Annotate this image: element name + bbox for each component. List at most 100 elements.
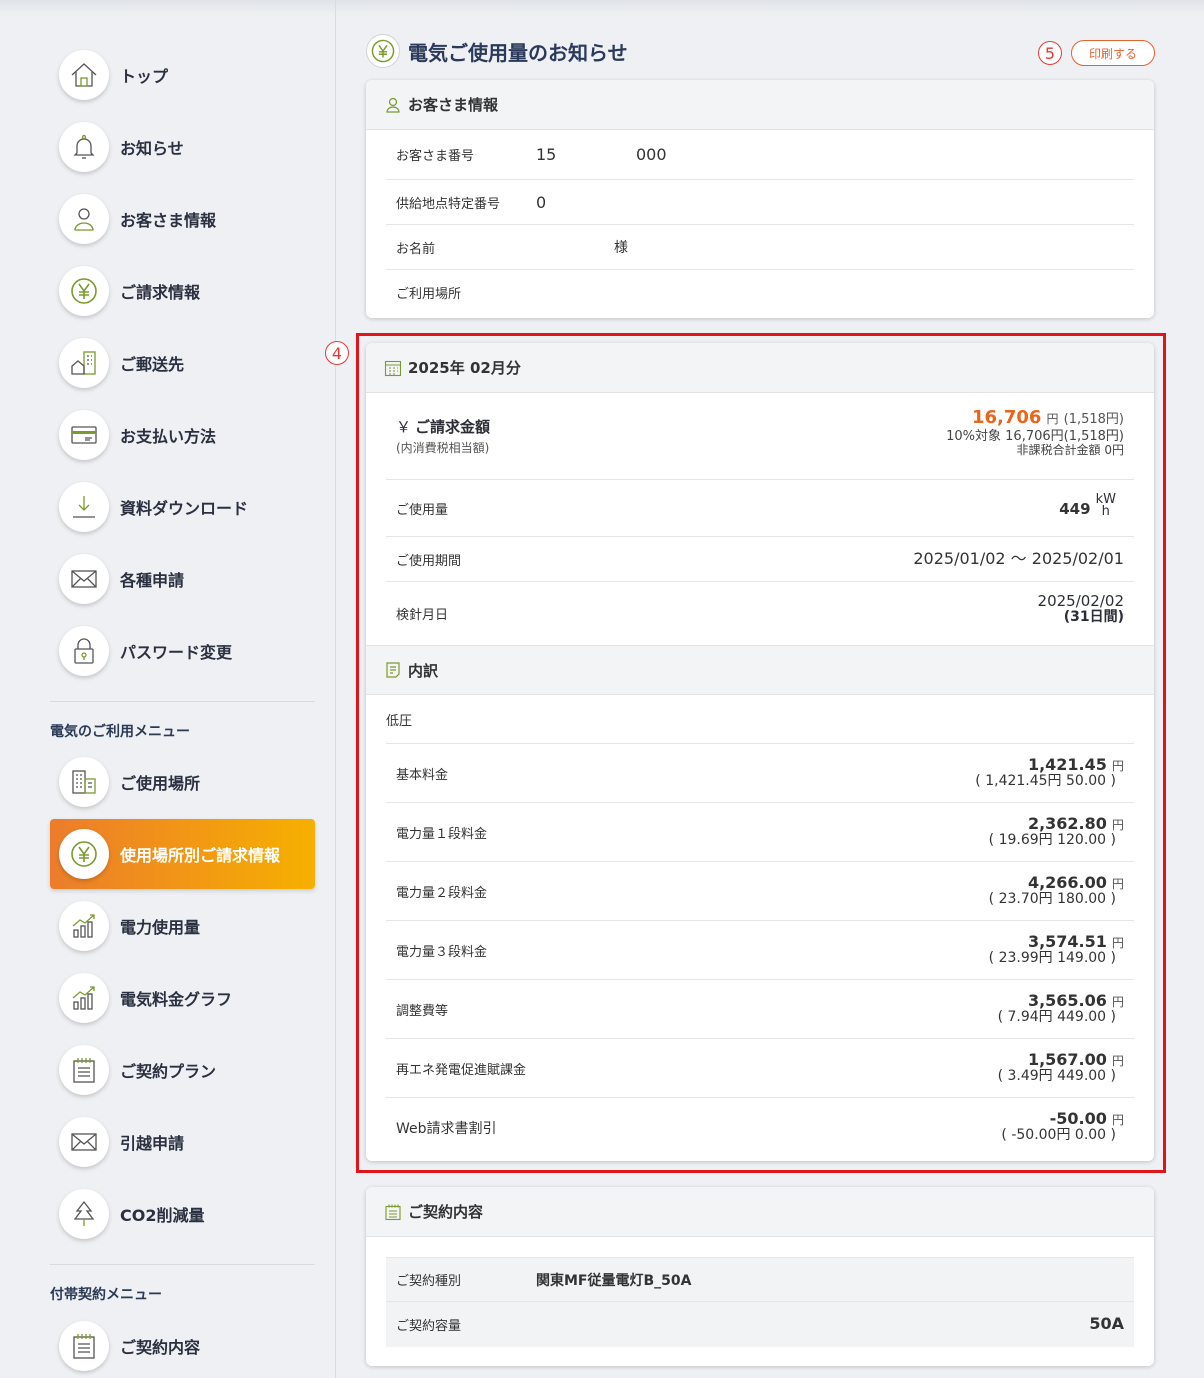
user-icon (386, 97, 400, 113)
sidebar-item-customer-info[interactable]: お客さま情報 (50, 189, 315, 249)
sidebar-divider (50, 701, 315, 702)
charge-row: 再エネ発電促進賦課金 1,567.00 円 ( 3.49円 449.00 ) (386, 1039, 1134, 1098)
sidebar-item-label: トップ (120, 67, 169, 86)
card-header: 2025年 02月分 (366, 343, 1154, 393)
charge-row: 調整費等 3,565.06 円 ( 7.94円 449.00 ) (386, 980, 1134, 1039)
sidebar-item-moving[interactable]: 引越申請 (50, 1112, 315, 1172)
charge-label: 基本料金 (396, 767, 449, 783)
card-header: お客さま情報 (366, 80, 1154, 130)
charge-unit: 円 (1111, 995, 1124, 1009)
credit-card-icon (59, 410, 109, 460)
contract-type-row: ご契約種別 関東MF従量電灯B_50A (386, 1257, 1134, 1302)
sidebar-item-label: 使用場所別ご請求情報 (120, 846, 281, 865)
charge-unit: 円 (1111, 1113, 1124, 1127)
contract-capacity-row: ご契約容量 50A (386, 1302, 1134, 1347)
usage-period: 2025/01/02 ～ 2025/02/01 (913, 548, 1124, 568)
breakdown-title: 内訳 (408, 661, 439, 680)
sidebar-item-notices[interactable]: お知らせ (50, 117, 315, 177)
sidebar-item-power-usage[interactable]: 電力使用量 (50, 896, 315, 956)
charge-detail: ( 1,421.45円 50.00 ) (975, 772, 1116, 789)
charge-label: Web請求書割引 (396, 1120, 497, 1137)
sidebar-item-payment-method[interactable]: お支払い方法 (50, 405, 315, 465)
calendar-icon (384, 360, 402, 376)
info-row: お客さま番号 15 000 (386, 130, 1134, 180)
charge-row: Web請求書割引 -50.00 円 ( -50.00円 0.00 ) (386, 1098, 1134, 1157)
customer-number-part-2: 000 (636, 145, 667, 164)
info-row: お名前 様 (386, 225, 1134, 270)
sidebar: トップ お知らせ お客さま情報 ご請求情報 ご郵送先 お支払い方法 資料ダウンロ… (0, 0, 336, 1378)
charge-detail: ( 23.70円 180.00 ) (988, 890, 1116, 907)
charge-unit: 円 (1111, 759, 1124, 773)
meter-row: 検針月日 2025/02/02 (31日間) (386, 582, 1134, 645)
notepad-icon (59, 1045, 109, 1095)
info-label: ご使用量 (396, 502, 449, 518)
info-label: ご利用場所 (396, 287, 462, 302)
sidebar-section-electric: 電気のご利用メニュー (50, 724, 190, 740)
customer-info-card: お客さま情報 お客さま番号 15 000 供給地点特定番号 0 お名前 様 ご利… (366, 80, 1154, 318)
sidebar-item-mailing-address[interactable]: ご郵送先 (50, 333, 315, 393)
sidebar-item-label: 引越申請 (120, 1134, 185, 1153)
charge-row: 電力量２段料金 4,266.00 円 ( 23.70円 180.00 ) (386, 862, 1134, 921)
sidebar-item-top[interactable]: トップ (50, 45, 315, 105)
usage-row: ご使用量 449 kW h (386, 480, 1134, 537)
sidebar-item-contract-details[interactable]: ご契約内容 (50, 1316, 315, 1376)
charge-amount: 1,567.00 (1027, 1050, 1107, 1069)
charge-label: 再エネ発電促進賦課金 (396, 1062, 527, 1078)
usage-value: 449 (1059, 500, 1091, 519)
bar-chart-icon (59, 973, 109, 1023)
download-icon (59, 482, 109, 532)
info-label: ご契約種別 (396, 1274, 462, 1289)
sidebar-item-applications[interactable]: 各種申請 (50, 549, 315, 609)
charge-unit: 円 (1111, 1054, 1124, 1068)
contract-capacity: 50A (1089, 1314, 1124, 1334)
sidebar-item-usage-location[interactable]: ご使用場所 (50, 752, 315, 812)
page-title: 電気ご使用量のお知らせ (408, 40, 628, 65)
sidebar-item-rate-graph[interactable]: 電気料金グラフ (50, 968, 315, 1028)
building-home-icon (59, 338, 109, 388)
lock-icon (59, 626, 109, 676)
sidebar-item-billing[interactable]: ご請求情報 (50, 261, 315, 321)
charge-label: 調整費等 (396, 1003, 449, 1019)
info-label: ご使用期間 (396, 553, 462, 569)
sidebar-item-co2[interactable]: CO2削減量 (50, 1184, 315, 1244)
usage-unit-bottom: h (1101, 504, 1110, 519)
charge-unit: 円 (1111, 877, 1124, 891)
tax-note: (内消費税相当額) (396, 441, 490, 455)
sidebar-item-label: 資料ダウンロード (120, 499, 249, 518)
bell-icon (59, 122, 109, 172)
yen-icon (366, 34, 400, 68)
contract-type-link[interactable]: 関東MF従量電灯B_50A (536, 1270, 691, 1290)
user-icon (59, 194, 109, 244)
info-label: お客さま番号 (396, 149, 475, 164)
contract-card: ご契約内容 ご契約種別 関東MF従量電灯B_50A ご契約容量 50A (366, 1187, 1154, 1366)
customer-number-part-1: 15 (536, 145, 557, 164)
charge-label: 電力量１段料金 (396, 826, 488, 842)
sidebar-item-password[interactable]: パスワード変更 (50, 621, 315, 681)
tree-icon (59, 1189, 109, 1239)
name-suffix: 様 (614, 240, 628, 256)
notepad-icon (59, 1321, 109, 1371)
sidebar-divider (50, 1264, 315, 1265)
category-label: 低圧 (386, 713, 413, 729)
annotation-marker-4: 4 (325, 341, 349, 365)
sidebar-item-label: 電力使用量 (120, 918, 201, 937)
meter-days: (31日間) (1063, 608, 1124, 625)
charge-unit: 円 (1111, 818, 1124, 832)
sidebar-item-location-billing[interactable]: 使用場所別ご請求情報 (50, 819, 315, 889)
charge-label: 電力量３段料金 (396, 944, 488, 960)
nontax-line: 非課税合計金額 0円 (1016, 442, 1124, 457)
print-button[interactable]: 印刷する (1071, 40, 1155, 66)
charge-amount: 4,266.00 (1027, 873, 1107, 892)
sidebar-item-contract-plan[interactable]: ご契約プラン (50, 1040, 315, 1100)
billing-amount-label: ご請求金額 (415, 418, 491, 436)
envelope-icon (59, 1117, 109, 1167)
bar-chart-icon (59, 901, 109, 951)
sidebar-item-downloads[interactable]: 資料ダウンロード (50, 477, 315, 537)
info-row: ご利用場所 (386, 270, 1134, 315)
envelope-icon (59, 554, 109, 604)
charge-detail: ( 3.49円 449.00 ) (997, 1067, 1116, 1084)
charge-detail: ( 7.94円 449.00 ) (997, 1008, 1116, 1025)
billing-amount: 16,706 (971, 407, 1042, 428)
charge-amount: 3,565.06 (1027, 991, 1107, 1010)
sidebar-item-label: 電気料金グラフ (120, 990, 233, 1009)
